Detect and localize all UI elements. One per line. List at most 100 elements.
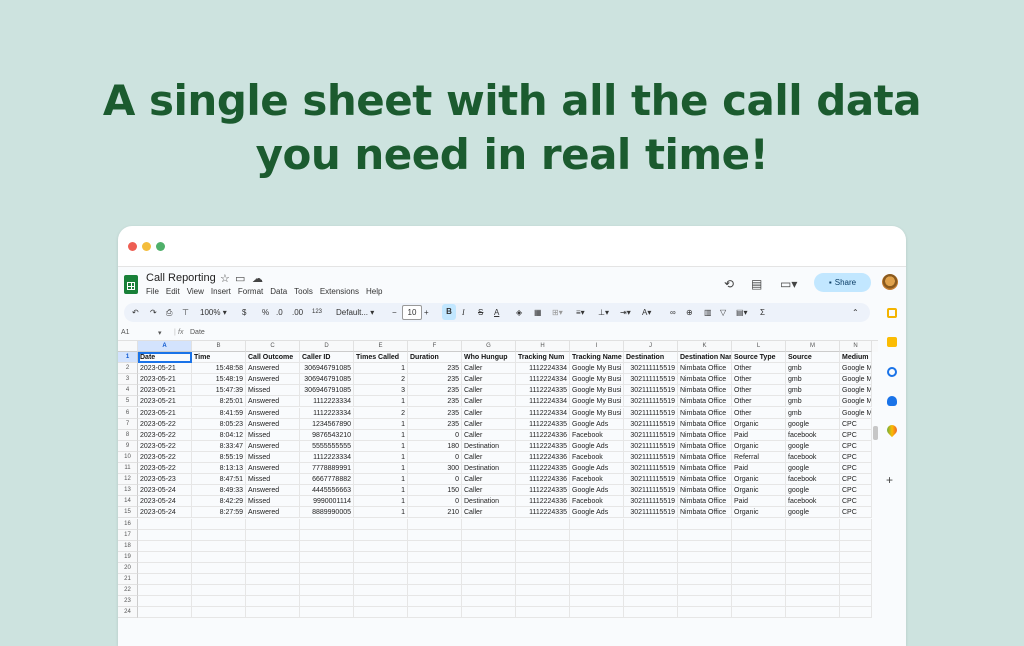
cell[interactable]: [786, 574, 840, 586]
cell[interactable]: CPC: [840, 440, 872, 452]
cell[interactable]: 0: [408, 474, 462, 486]
cell[interactable]: [138, 540, 192, 552]
cell[interactable]: 1112224335: [516, 507, 570, 519]
cell[interactable]: [462, 518, 516, 530]
cell[interactable]: 1: [354, 418, 408, 430]
cell[interactable]: 8:05:23: [192, 418, 246, 430]
share-button[interactable]: ▪ Share: [814, 273, 871, 292]
cell[interactable]: [624, 607, 678, 619]
cell[interactable]: Caller: [462, 396, 516, 408]
column-header-i[interactable]: I: [570, 341, 624, 352]
cell[interactable]: Missed: [246, 474, 300, 486]
cell[interactable]: 1: [354, 451, 408, 463]
cell[interactable]: [138, 518, 192, 530]
cell[interactable]: [840, 596, 872, 608]
cell[interactable]: 235: [408, 385, 462, 397]
cell[interactable]: [786, 551, 840, 563]
cell[interactable]: 2023-05-22: [138, 451, 192, 463]
cell[interactable]: Google My Busi: [570, 396, 624, 408]
cell[interactable]: Nimbata Office: [678, 496, 732, 508]
cell[interactable]: Answered: [246, 374, 300, 386]
cell[interactable]: [516, 518, 570, 530]
header-cell[interactable]: Call Outcome: [246, 352, 300, 364]
row-number[interactable]: 24: [118, 607, 138, 619]
cell[interactable]: [462, 529, 516, 541]
cell[interactable]: 302111115519: [624, 396, 678, 408]
cell[interactable]: CPC: [840, 451, 872, 463]
redo-icon[interactable]: ↷: [150, 307, 157, 318]
undo-icon[interactable]: ↶: [132, 307, 139, 318]
cell[interactable]: 8889990005: [300, 507, 354, 519]
menu-item-tools[interactable]: Tools: [294, 287, 313, 296]
cell[interactable]: Google Ads: [570, 507, 624, 519]
cell[interactable]: 3: [354, 385, 408, 397]
header-cell[interactable]: Caller ID: [300, 352, 354, 364]
row-number[interactable]: 15: [118, 507, 138, 519]
maximize-window-dot[interactable]: [156, 242, 165, 251]
cell[interactable]: Organic: [732, 507, 786, 519]
cell[interactable]: 1112224334: [516, 363, 570, 375]
cell[interactable]: [624, 529, 678, 541]
cell[interactable]: 1112224334: [516, 396, 570, 408]
cell[interactable]: [570, 518, 624, 530]
cell[interactable]: [678, 607, 732, 619]
cell[interactable]: 302111115519: [624, 474, 678, 486]
cell[interactable]: [840, 540, 872, 552]
column-header-b[interactable]: B: [192, 341, 246, 352]
row-number[interactable]: 5: [118, 396, 138, 408]
cell[interactable]: 2023-05-22: [138, 440, 192, 452]
cell[interactable]: Google Ads: [570, 485, 624, 497]
cell[interactable]: [462, 551, 516, 563]
maps-icon[interactable]: [884, 422, 900, 438]
cell[interactable]: [300, 551, 354, 563]
cell[interactable]: 9876543210: [300, 429, 354, 441]
column-header-h[interactable]: H: [516, 341, 570, 352]
cell[interactable]: 302111115519: [624, 374, 678, 386]
cell[interactable]: Other: [732, 385, 786, 397]
cell[interactable]: Caller: [462, 374, 516, 386]
cell[interactable]: [408, 562, 462, 574]
increase-decimal-button[interactable]: .00: [292, 307, 303, 318]
name-box-dropdown-icon[interactable]: ▾: [158, 329, 162, 337]
cell[interactable]: 15:47:39: [192, 385, 246, 397]
cell[interactable]: 302111115519: [624, 485, 678, 497]
cell[interactable]: gmb: [786, 385, 840, 397]
borders-icon[interactable]: ▦: [534, 307, 542, 318]
cell[interactable]: [300, 518, 354, 530]
cell[interactable]: Paid: [732, 496, 786, 508]
cell[interactable]: [138, 574, 192, 586]
cell[interactable]: Answered: [246, 507, 300, 519]
cell[interactable]: [516, 574, 570, 586]
cell[interactable]: google: [786, 507, 840, 519]
cell[interactable]: [624, 585, 678, 597]
cell[interactable]: Paid: [732, 463, 786, 475]
cell[interactable]: [408, 596, 462, 608]
cell[interactable]: Destination: [462, 440, 516, 452]
cell[interactable]: Organic: [732, 418, 786, 430]
chevron-up-icon[interactable]: ⌃: [852, 307, 859, 318]
cell[interactable]: 1112223334: [300, 451, 354, 463]
cell[interactable]: Other: [732, 396, 786, 408]
cell[interactable]: Caller: [462, 418, 516, 430]
row-number[interactable]: 12: [118, 474, 138, 486]
cell[interactable]: [516, 540, 570, 552]
cell[interactable]: Google Ads: [570, 440, 624, 452]
cell[interactable]: 302111115519: [624, 385, 678, 397]
row-number[interactable]: 21: [118, 574, 138, 586]
cell[interactable]: [624, 574, 678, 586]
cell[interactable]: [192, 551, 246, 563]
menu-item-file[interactable]: File: [146, 287, 159, 296]
cell[interactable]: Caller: [462, 385, 516, 397]
cell[interactable]: [570, 574, 624, 586]
header-cell[interactable]: Tracking Num: [516, 352, 570, 364]
cell[interactable]: [732, 551, 786, 563]
cell[interactable]: Google M: [840, 396, 872, 408]
cell[interactable]: Nimbata Office: [678, 418, 732, 430]
row-number[interactable]: 9: [118, 440, 138, 452]
cell[interactable]: 1: [354, 396, 408, 408]
cell[interactable]: [300, 585, 354, 597]
cell[interactable]: [786, 607, 840, 619]
cell[interactable]: gmb: [786, 363, 840, 375]
cell[interactable]: Nimbata Office: [678, 507, 732, 519]
cell[interactable]: 235: [408, 407, 462, 419]
